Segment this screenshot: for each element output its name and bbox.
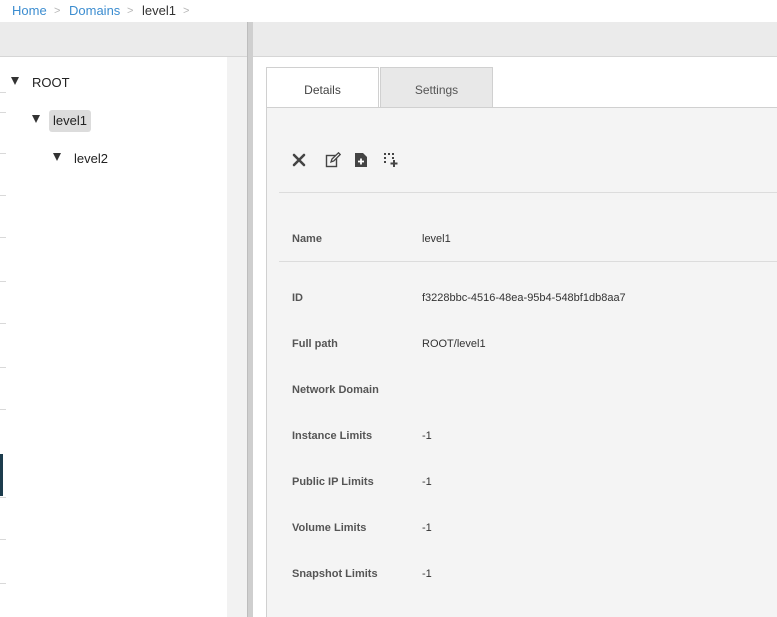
- public-ip-limits-label: Public IP Limits: [292, 476, 374, 488]
- close-icon[interactable]: [291, 152, 309, 170]
- add-document-icon[interactable]: [353, 152, 371, 170]
- tab-settings[interactable]: Settings: [380, 67, 493, 107]
- name-value: level1: [422, 233, 451, 245]
- row-guide: [0, 112, 6, 113]
- instance-limits-label: Instance Limits: [292, 430, 373, 442]
- detail-panel: Details Settings Name level1 ID f3228bbc…: [253, 57, 777, 617]
- breadcrumb-separator: >: [183, 5, 190, 17]
- breadcrumb-separator: >: [54, 5, 61, 17]
- tree-node-label[interactable]: level2: [70, 148, 112, 170]
- row-guide: [0, 539, 6, 540]
- id-label: ID: [292, 292, 303, 304]
- tree-scrollbar[interactable]: [227, 57, 247, 617]
- domain-tree-panel: ROOT level1 level2: [0, 57, 247, 617]
- instance-limits-value: -1: [422, 430, 432, 442]
- collapse-icon[interactable]: [53, 153, 61, 161]
- toolbar-divider: [279, 192, 777, 193]
- name-label: Name: [292, 233, 322, 245]
- row-guide: [0, 92, 6, 93]
- breadcrumb-home-link[interactable]: Home: [12, 0, 47, 22]
- tree-node-label[interactable]: level1: [49, 110, 91, 132]
- tree-node-label[interactable]: ROOT: [28, 72, 74, 94]
- network-domain-label: Network Domain: [292, 384, 379, 396]
- id-value: f3228bbc-4516-48ea-95b4-548bf1db8aa7: [422, 292, 626, 304]
- row-guide: [0, 583, 6, 584]
- collapse-icon[interactable]: [32, 115, 40, 123]
- row-guide: [0, 409, 6, 410]
- full-path-label: Full path: [292, 338, 338, 350]
- row-guide: [0, 281, 6, 282]
- row-guide: [0, 367, 6, 368]
- breadcrumb-separator: >: [127, 5, 134, 17]
- active-nav-marker: [0, 454, 3, 496]
- row-guide: [0, 497, 6, 498]
- volume-limits-value: -1: [422, 522, 432, 534]
- field-divider: [279, 261, 777, 262]
- breadcrumb-domains-link[interactable]: Domains: [69, 0, 120, 22]
- details-content: Name level1 ID f3228bbc-4516-48ea-95b4-5…: [266, 107, 777, 617]
- detail-panel-header: [253, 22, 777, 57]
- row-guide: [0, 153, 6, 154]
- volume-limits-label: Volume Limits: [292, 522, 367, 534]
- public-ip-limits-value: -1: [422, 476, 432, 488]
- tree-panel-header: [0, 22, 247, 57]
- row-guide: [0, 195, 6, 196]
- snapshot-limits-label: Snapshot Limits: [292, 568, 378, 580]
- row-guide: [0, 237, 6, 238]
- edit-icon[interactable]: [325, 151, 343, 170]
- row-guides: [0, 57, 6, 617]
- collapse-icon[interactable]: [11, 77, 19, 85]
- tab-details[interactable]: Details: [266, 67, 379, 107]
- snapshot-limits-value: -1: [422, 568, 432, 580]
- row-guide: [0, 323, 6, 324]
- add-subdomain-icon[interactable]: [383, 152, 401, 170]
- full-path-value: ROOT/level1: [422, 338, 486, 350]
- breadcrumb: Home > Domains > level1 >: [0, 0, 777, 22]
- breadcrumb-current: level1: [142, 3, 176, 18]
